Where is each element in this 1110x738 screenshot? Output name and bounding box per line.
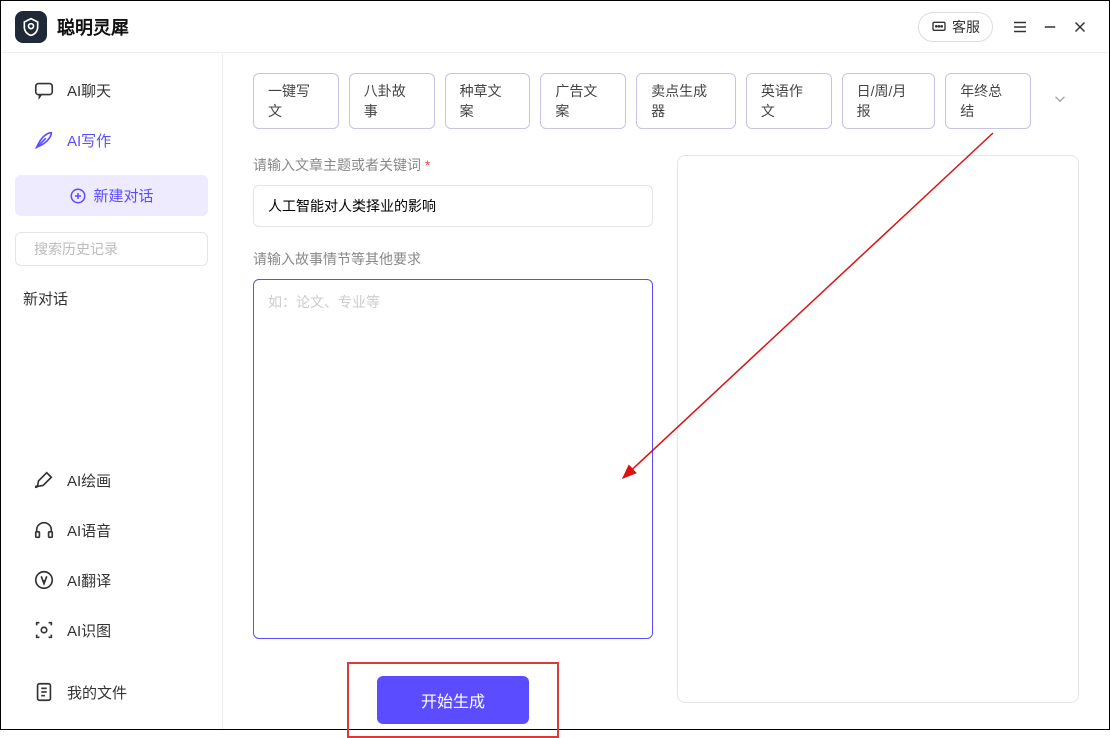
topic-label: 请输入文章主题或者关键词 * [253,155,653,175]
sidebar-item-chat[interactable]: AI聊天 [11,67,212,113]
sidebar-item-translate[interactable]: AI翻译 [11,557,212,603]
sidebar-item-ocr[interactable]: AI识图 [11,607,212,653]
tag-report[interactable]: 日/周/月报 [842,73,936,129]
sidebar-item-label: AI绘画 [67,470,111,491]
sidebar-item-label: AI聊天 [67,80,111,101]
tag-onekey[interactable]: 一键写文 [253,73,339,129]
expand-tags-button[interactable] [1041,84,1079,119]
scan-icon [33,619,55,641]
tag-yearend[interactable]: 年终总结 [945,73,1031,129]
feather-icon [33,129,55,151]
sidebar-item-label: AI写作 [67,130,111,151]
generate-button[interactable]: 开始生成 [377,676,529,724]
plus-circle-icon [69,187,87,205]
tag-gossip[interactable]: 八卦故事 [349,73,435,129]
sidebar-item-draw[interactable]: AI绘画 [11,457,212,503]
tag-ad[interactable]: 广告文案 [540,73,626,129]
headphone-icon [33,519,55,541]
sidebar-item-label: AI识图 [67,620,111,641]
chevron-down-icon [1051,90,1069,108]
customer-service-button[interactable]: 客服 [918,12,993,42]
menu-button[interactable] [1005,12,1035,42]
search-input[interactable] [34,241,215,257]
new-chat-button[interactable]: 新建对话 [15,175,208,216]
output-panel [677,155,1079,703]
minimize-button[interactable] [1035,12,1065,42]
chat-bubble-icon [33,79,55,101]
tag-english[interactable]: 英语作文 [746,73,832,129]
brush-icon [33,469,55,491]
file-icon [33,681,55,703]
new-chat-label: 新建对话 [93,185,153,206]
search-box[interactable] [15,232,208,266]
close-button[interactable] [1065,12,1095,42]
sidebar-item-label: 我的文件 [67,682,127,703]
sidebar-item-files[interactable]: 我的文件 [11,669,212,715]
sidebar-item-label: AI翻译 [67,570,111,591]
generate-highlight-box: 开始生成 [347,662,559,738]
sidebar-item-voice[interactable]: AI语音 [11,507,212,553]
history-item[interactable]: 新对话 [1,276,222,321]
tag-seeding[interactable]: 种草文案 [445,73,531,129]
sidebar-item-write[interactable]: AI写作 [11,117,212,163]
customer-service-label: 客服 [952,17,980,37]
minimize-icon [1041,18,1059,36]
close-icon [1071,18,1089,36]
translate-icon [33,569,55,591]
topic-input[interactable] [253,185,653,227]
tag-selling[interactable]: 卖点生成器 [636,73,736,129]
menu-icon [1011,18,1029,36]
extra-label: 请输入故事情节等其他要求 [253,249,653,269]
app-logo-icon [15,11,47,43]
chat-icon [931,19,947,35]
extra-textarea[interactable] [253,279,653,639]
sidebar-item-label: AI语音 [67,520,111,541]
app-title: 聪明灵犀 [57,14,129,40]
